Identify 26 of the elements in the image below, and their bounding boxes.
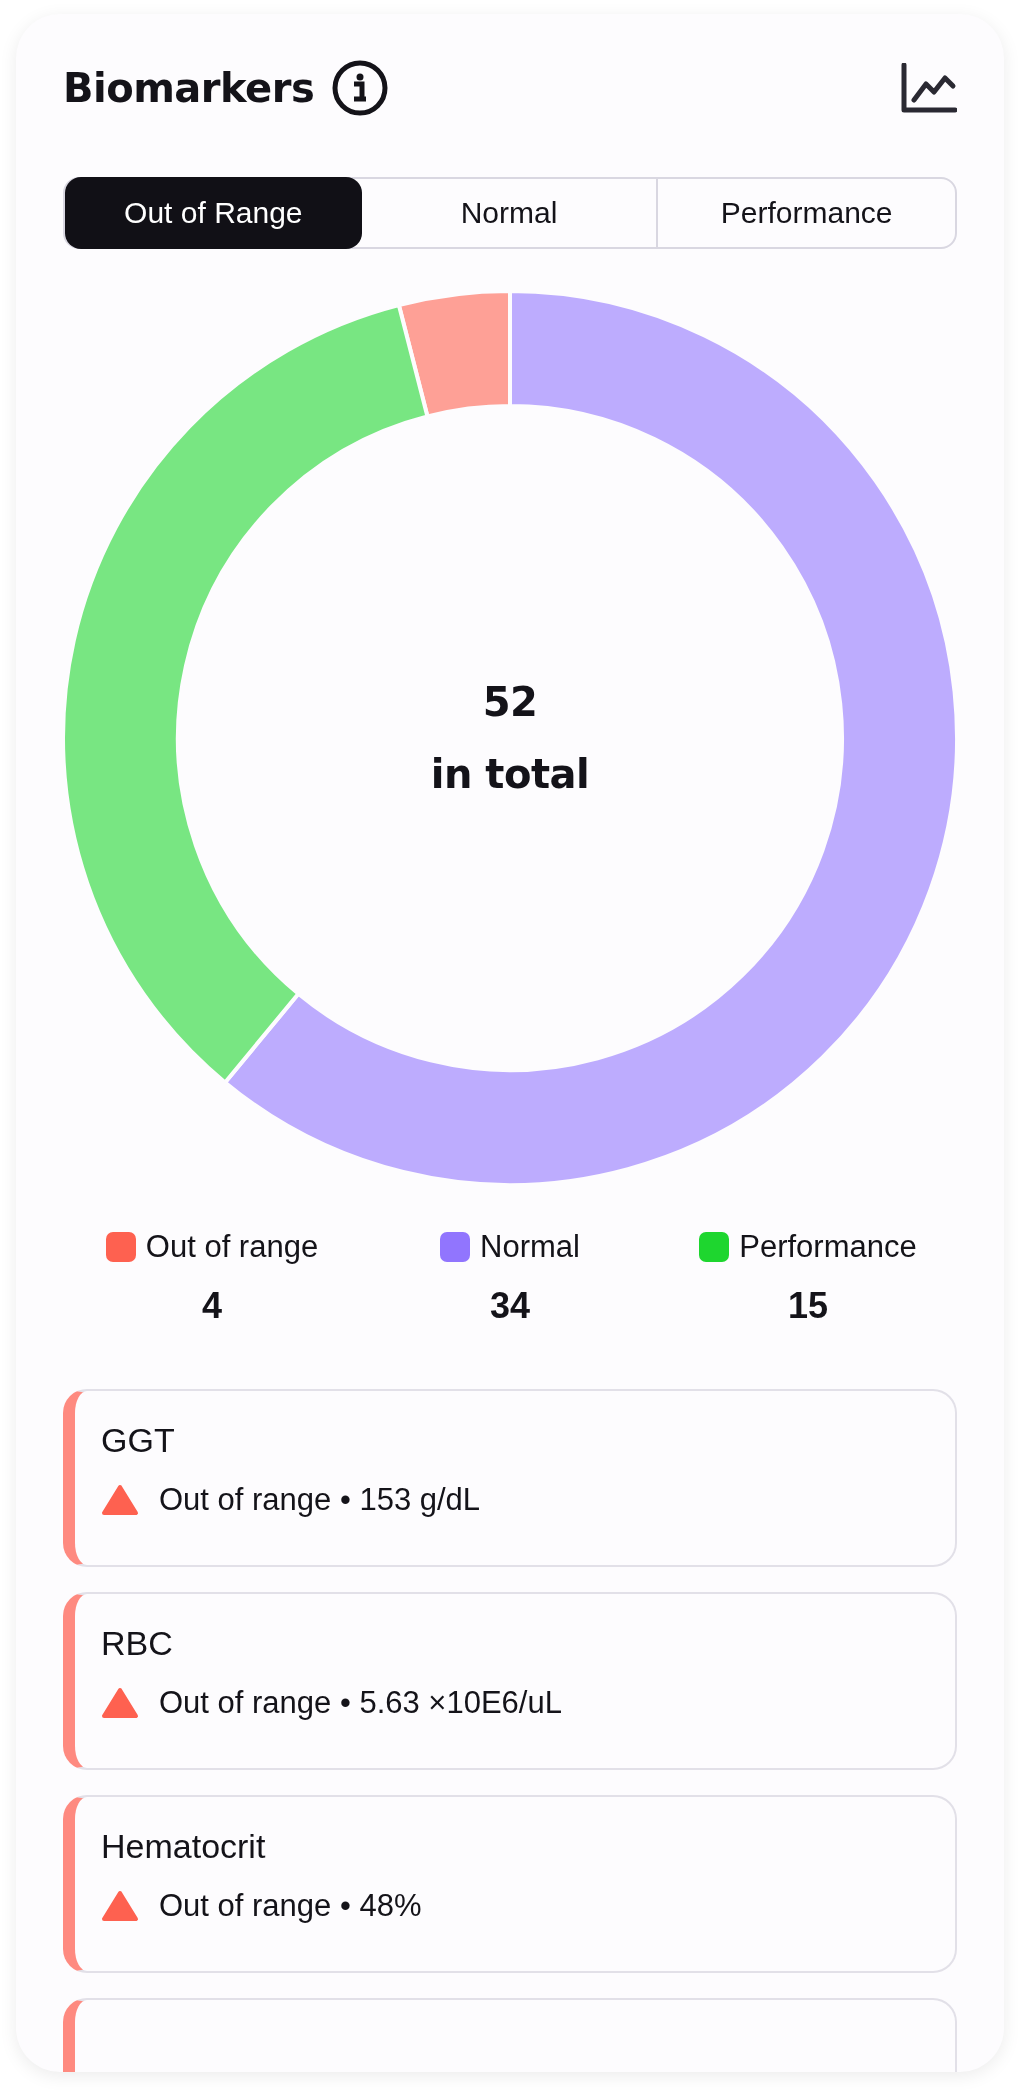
filter-tab[interactable]: Out of Range	[65, 177, 362, 249]
legend-count: 15	[787, 1285, 828, 1327]
biomarker-name: RBC	[101, 1624, 174, 1663]
legend-label: Normal	[480, 1229, 580, 1265]
biomarker-status: Out of range • 5.63 ×10E6/uL	[159, 1685, 562, 1721]
panel-title: Biomarkers	[63, 65, 315, 111]
biomarker-status: Out of range • 153 g/dL	[159, 1482, 481, 1518]
legend-count: 4	[202, 1285, 222, 1327]
biomarker-name: Hematocrit	[101, 1827, 267, 1866]
filter-tab[interactable]: Normal	[361, 177, 659, 249]
legend-label: Performance	[739, 1229, 917, 1265]
warning-triangle-icon	[101, 1890, 139, 1922]
warning-triangle-icon	[101, 1687, 139, 1719]
biomarker-status: Out of range • 48%	[159, 1888, 422, 1924]
total-count: 52	[482, 678, 538, 727]
biomarker-card[interactable]: GGT Out of range • 153 g/dL	[63, 1389, 957, 1567]
total-caption: in total	[430, 750, 590, 799]
biomarker-card[interactable]: Hematocrit Out of range • 48%	[63, 1795, 957, 1973]
biomarker-name: GGT	[101, 1421, 176, 1460]
warning-triangle-icon	[101, 1484, 139, 1516]
info-icon[interactable]	[332, 60, 389, 116]
legend-count: 34	[489, 1285, 530, 1327]
biomarker-card[interactable]: RBC Out of range • 5.63 ×10E6/uL	[63, 1592, 957, 1770]
filter-tab[interactable]: Performance	[658, 177, 955, 249]
legend-label: Out of range	[145, 1229, 319, 1265]
line-chart-icon[interactable]	[901, 63, 957, 113]
